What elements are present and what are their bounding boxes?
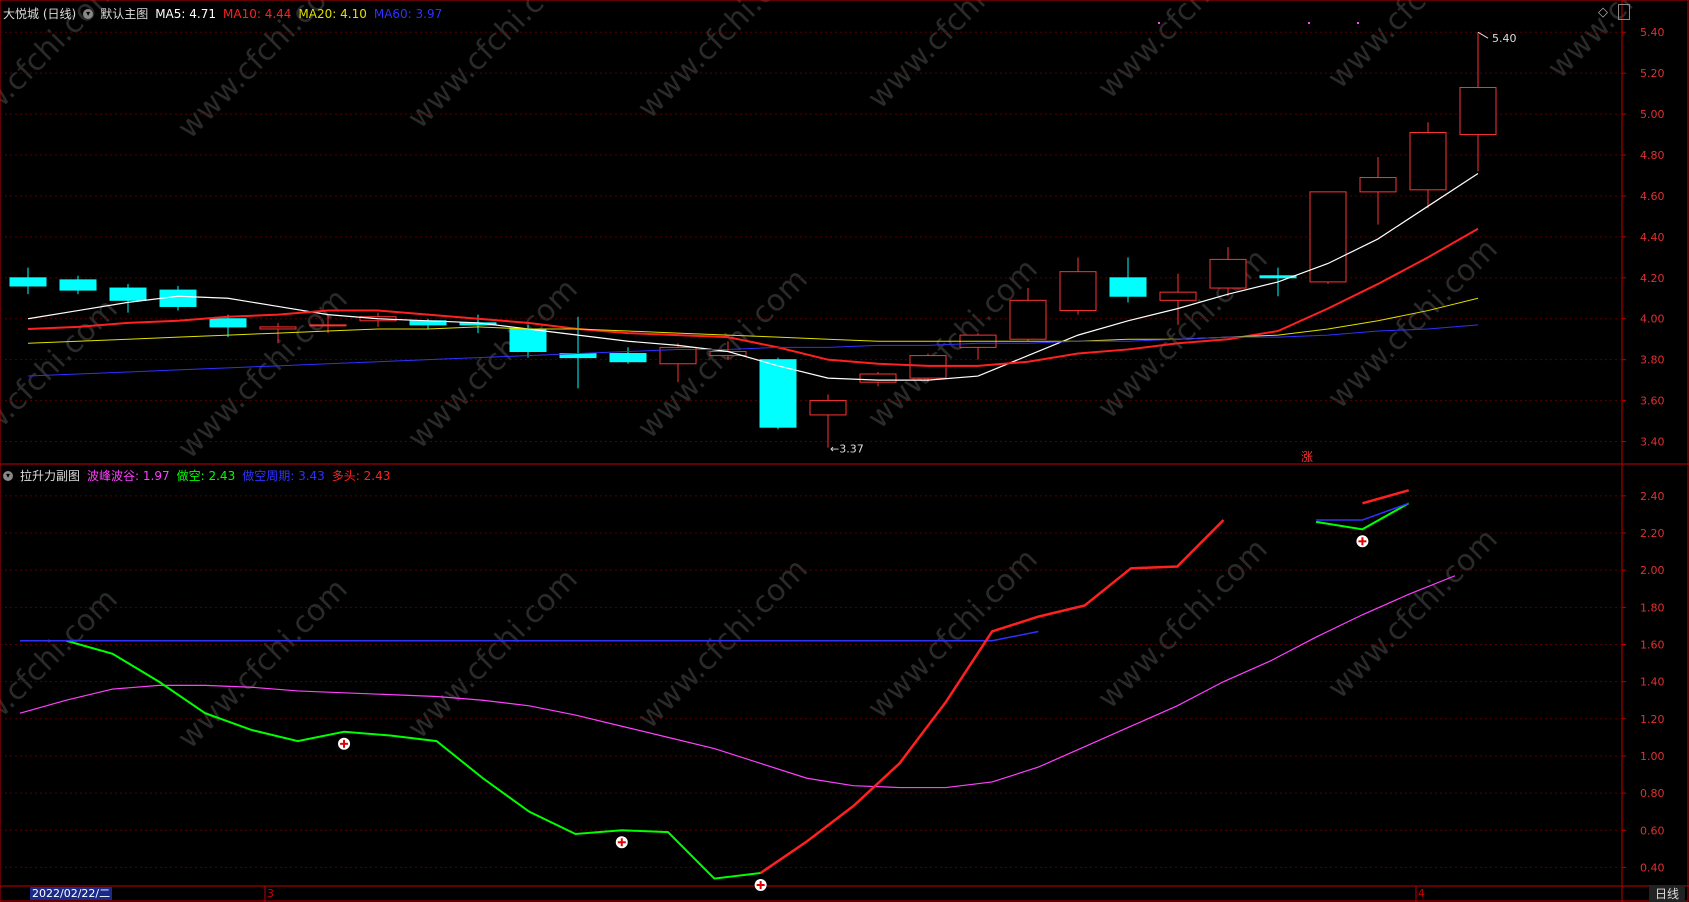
template-name[interactable]: 默认主图 <box>100 5 148 22</box>
indicator-tick-label: 2.20 <box>1640 527 1665 540</box>
price-tick-label: 3.60 <box>1640 395 1665 408</box>
high-price-label: 5.40 <box>1492 32 1517 45</box>
high-pointer <box>1477 31 1489 39</box>
signal-dot <box>1158 22 1160 24</box>
down-candle <box>609 353 647 363</box>
main-chart-header: 大悦城 (日线) ▾ 默认主图 MA5: 4.71 MA10: 4.44 MA2… <box>3 5 442 22</box>
indicator-line-1 <box>1315 502 1410 531</box>
up-candle <box>309 324 347 327</box>
price-tick-label: 3.80 <box>1640 354 1665 367</box>
up-candle <box>1159 291 1197 301</box>
up-candle <box>1359 177 1397 193</box>
indicator-tick-label: 1.80 <box>1640 601 1665 614</box>
up-candle <box>1059 271 1097 312</box>
long-legend: 多头: 2.43 <box>331 469 391 483</box>
down-candle <box>1109 277 1147 297</box>
indicator-line-1 <box>66 639 761 880</box>
watermark-text: www.cfchi.com <box>401 562 585 746</box>
indicator-tick-label: 1.40 <box>1640 676 1665 689</box>
down-candle <box>109 287 147 301</box>
watermark-text: www.cfchi.com <box>861 0 1045 116</box>
price-tick-label: 4.20 <box>1640 272 1665 285</box>
watermark-text: www.cfchi.com <box>1321 522 1505 706</box>
price-tick-label: 4.80 <box>1640 149 1665 162</box>
down-candle <box>59 279 97 291</box>
watermark-text: www.cfchi.com <box>861 542 1045 726</box>
watermark-text: www.cfchi.com <box>0 292 125 476</box>
price-tick-label: 4.60 <box>1640 190 1665 203</box>
price-tick-label: 5.00 <box>1640 108 1665 121</box>
down-candle <box>9 277 47 287</box>
indicator-tick-label: 2.00 <box>1640 564 1665 577</box>
signal-dot <box>1308 22 1310 24</box>
watermark-text: www.cfchi.com <box>1541 0 1689 86</box>
menu-icon[interactable] <box>1618 4 1630 20</box>
down-candle <box>759 359 797 428</box>
indicator-tick-label: 1.00 <box>1640 750 1665 763</box>
peak-valley-legend: 波峰波谷: 1.97 <box>87 469 170 483</box>
cursor-date: 2022/02/22/二 <box>30 887 113 900</box>
dropdown-icon[interactable]: ▾ <box>83 8 94 19</box>
price-tick-label: 3.40 <box>1640 436 1665 449</box>
watermark-text: www.cfchi.com <box>1321 232 1505 416</box>
up-candle <box>259 326 297 330</box>
watermark-text: www.cfchi.com <box>1091 0 1275 106</box>
watermark-text: www.cfchi.com <box>631 552 815 736</box>
ma5-legend: MA5: 4.71 <box>155 6 216 21</box>
short-legend: 做空: 2.43 <box>176 469 236 483</box>
watermark-text: www.cfchi.com <box>0 0 125 156</box>
ma60-legend: MA60: 3.97 <box>373 6 443 21</box>
up-candle <box>1209 258 1247 289</box>
stock-chart[interactable]: www.cfchi.com www.cfchi.com www.cfchi.com w… <box>0 0 1689 902</box>
watermark-text: www.cfchi.com <box>171 282 355 466</box>
rise-marker: 涨 <box>1301 449 1313 464</box>
up-candle <box>909 355 947 379</box>
watermark-text: www.cfchi.com <box>171 572 355 756</box>
up-candle <box>809 400 847 416</box>
watermark-text: www.cfchi.com <box>0 582 125 766</box>
up-candle <box>859 373 897 383</box>
up-candle <box>1009 299 1047 340</box>
watermark-text: www.cfchi.com <box>1091 242 1275 426</box>
signal-dot <box>1357 22 1359 24</box>
month-label-4: 4 <box>1418 887 1425 900</box>
diamond-icon[interactable]: ◇ <box>1598 5 1608 20</box>
indicator-tick-label: 1.20 <box>1640 713 1665 726</box>
price-tick-label: 4.40 <box>1640 231 1665 244</box>
stock-name[interactable]: 大悦城 (日线) <box>3 5 76 22</box>
month-label-3: 3 <box>267 887 274 900</box>
price-tick-label: 5.20 <box>1640 67 1665 80</box>
up-candle <box>1459 86 1497 136</box>
ma10-legend: MA10: 4.44 <box>223 6 292 21</box>
indicator-line-3 <box>1362 489 1410 505</box>
indicator-tick-label: 2.40 <box>1640 490 1665 503</box>
sub-chart-header: ▾ 拉升力副图 波峰波谷: 1.97 做空: 2.43 做空周期: 3.43 多… <box>3 467 390 484</box>
watermark-text: www.cfchi.com <box>401 272 585 456</box>
period-button[interactable]: 日线 <box>1648 885 1685 902</box>
price-tick-label: 4.00 <box>1640 313 1665 326</box>
price-tick-label: 5.40 <box>1640 26 1665 39</box>
watermark-text: www.cfchi.com <box>1321 0 1505 96</box>
ma20-legend: MA20: 4.10 <box>298 6 367 21</box>
up-candle <box>1409 132 1447 191</box>
indicator-name[interactable]: 拉升力副图 <box>20 467 80 484</box>
indicator-tick-label: 0.40 <box>1640 861 1665 874</box>
down-candle <box>209 318 247 328</box>
indicator-tick-label: 0.80 <box>1640 787 1665 800</box>
watermark-text: www.cfchi.com <box>631 0 815 126</box>
dropdown-icon[interactable]: ▾ <box>3 470 13 481</box>
low-price-label: ←3.37 <box>830 443 864 456</box>
indicator-tick-label: 1.60 <box>1640 638 1665 651</box>
short-cycle-legend: 做空周期: 3.43 <box>242 469 325 483</box>
down-candle <box>509 328 547 352</box>
indicator-tick-label: 0.60 <box>1640 824 1665 837</box>
